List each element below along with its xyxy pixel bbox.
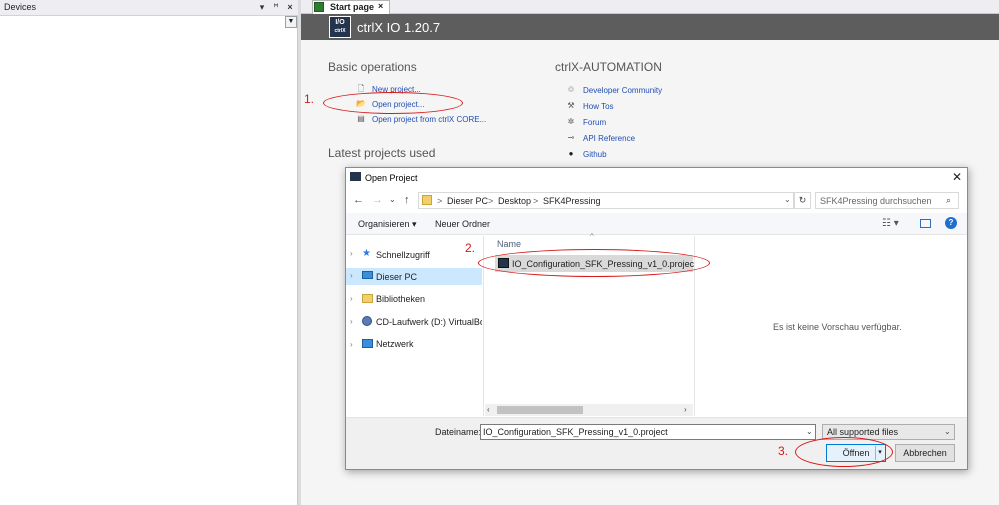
- devices-dropdown-button[interactable]: ▼: [285, 16, 297, 28]
- developer-community-link[interactable]: Developer Community: [583, 86, 662, 95]
- network-icon: [362, 339, 373, 348]
- github-link[interactable]: Github: [583, 150, 607, 159]
- breadcrumb-dieser-pc[interactable]: Dieser PC: [447, 196, 488, 206]
- breadcrumb-separator: >: [533, 196, 539, 206]
- address-dropdown-icon[interactable]: ⌄: [784, 195, 791, 204]
- tab-close-icon[interactable]: ×: [378, 1, 383, 11]
- new-folder-button[interactable]: Neuer Ordner: [435, 219, 490, 229]
- expand-chevron-icon[interactable]: ›: [350, 271, 353, 280]
- column-header-name[interactable]: Name: [497, 239, 521, 249]
- breadcrumb-separator: >: [488, 196, 494, 206]
- search-placeholder: SFK4Pressing durchsuchen: [820, 196, 932, 206]
- devices-panel-title: Devices: [4, 2, 37, 12]
- cancel-button[interactable]: Abbrechen: [895, 444, 955, 462]
- view-options-icon[interactable]: ☷ ▾: [882, 218, 899, 229]
- logo-text-bottom: ctrlX: [334, 28, 346, 34]
- sort-chevron-icon: ^: [590, 232, 594, 241]
- forum-link[interactable]: Forum: [583, 118, 606, 127]
- expand-chevron-icon[interactable]: ›: [350, 294, 353, 303]
- help-icon[interactable]: ?: [945, 217, 957, 229]
- dialog-app-icon: [350, 172, 361, 181]
- filename-input[interactable]: IO_Configuration_SFK_Pressing_v1_0.proje…: [480, 424, 816, 440]
- breadcrumb-sfk4pressing[interactable]: SFK4Pressing: [543, 196, 601, 206]
- nav-item-bibliotheken[interactable]: Bibliotheken: [376, 294, 425, 312]
- folder-icon: [422, 195, 432, 205]
- file-type-filter-value: All supported files: [827, 427, 899, 437]
- expand-chevron-icon[interactable]: ›: [350, 249, 353, 258]
- document-tabstrip: [301, 0, 999, 14]
- latest-projects-heading: Latest projects used: [328, 146, 436, 160]
- refresh-icon[interactable]: ↻: [794, 192, 811, 209]
- scrollbar-thumb[interactable]: [497, 406, 583, 414]
- devices-panel: [0, 0, 298, 505]
- computer-icon: [362, 271, 373, 279]
- device-icon: ▤: [357, 114, 365, 123]
- annotation-ellipse-1: [323, 92, 463, 114]
- nav-item-schnellzugriff[interactable]: Schnellzugriff: [376, 250, 430, 268]
- product-title: ctrlX IO 1.20.7: [357, 20, 441, 35]
- how-tos-link[interactable]: How Tos: [583, 102, 614, 111]
- devices-panel-header: Devices: [0, 0, 298, 16]
- library-icon: [362, 294, 373, 303]
- close-icon[interactable]: ×: [284, 1, 296, 14]
- basic-operations-heading: Basic operations: [328, 60, 417, 74]
- tab-start-page-label: Start page: [330, 2, 375, 12]
- nav-item-dieser-pc[interactable]: Dieser PC: [376, 272, 417, 290]
- logo-text-top: I/O: [335, 19, 345, 26]
- breadcrumb-separator: >: [437, 196, 443, 206]
- annotation-ellipse-3: [795, 437, 893, 467]
- preview-message: Es ist keine Vorschau verfügbar.: [773, 322, 902, 332]
- start-page-icon: [314, 2, 324, 12]
- tools-icon: ⚒: [567, 101, 575, 110]
- scroll-right-icon[interactable]: ›: [684, 405, 687, 414]
- search-icon: ⌕: [946, 195, 952, 205]
- community-icon: ♲: [567, 85, 575, 94]
- ctrlx-io-logo: I/O ctrlX: [329, 16, 351, 38]
- breadcrumb-desktop[interactable]: Desktop: [498, 196, 531, 206]
- recent-locations-chevron-icon[interactable]: ⌄: [389, 195, 396, 204]
- search-input[interactable]: SFK4Pressing durchsuchen: [815, 192, 959, 209]
- annotation-step-2: 2.: [465, 241, 476, 255]
- cd-drive-icon: [362, 316, 372, 326]
- expand-chevron-icon[interactable]: ›: [350, 340, 353, 349]
- dialog-title: Open Project: [365, 173, 418, 183]
- nav-item-cd-laufwerk[interactable]: CD-Laufwerk (D:) VirtualBox G: [376, 317, 482, 335]
- expand-chevron-icon[interactable]: ›: [350, 317, 353, 326]
- filter-dropdown-icon: ⌄: [944, 427, 951, 436]
- api-reference-link[interactable]: API Reference: [583, 134, 635, 143]
- github-icon: ●: [568, 149, 574, 158]
- organize-label: Organisieren: [358, 219, 410, 229]
- dialog-close-icon[interactable]: ✕: [952, 170, 962, 184]
- forum-icon: ✲: [567, 117, 575, 126]
- pin-icon[interactable]: ꟸ: [270, 1, 282, 14]
- back-arrow-icon[interactable]: ←: [353, 194, 364, 206]
- filename-label: Dateiname:: [435, 427, 482, 437]
- scroll-left-icon[interactable]: ‹: [487, 405, 490, 414]
- forward-arrow-icon[interactable]: →: [372, 194, 383, 206]
- up-arrow-icon[interactable]: ↑: [404, 194, 410, 206]
- api-icon: ⊸: [567, 133, 575, 142]
- annotation-step-3: 3.: [778, 444, 789, 458]
- preview-pane-icon[interactable]: [920, 219, 931, 228]
- nav-item-netzwerk[interactable]: Netzwerk: [376, 339, 414, 357]
- organize-button[interactable]: Organisieren ▾: [358, 219, 417, 230]
- annotation-ellipse-2: [478, 249, 710, 277]
- ctrlx-automation-heading: ctrlX-AUTOMATION: [555, 60, 662, 74]
- dropdown-icon[interactable]: ▾: [256, 1, 268, 14]
- open-from-ctrlx-core-link[interactable]: Open project from ctrlX CORE...: [372, 115, 486, 124]
- filename-dropdown-icon[interactable]: ⌄: [806, 427, 813, 436]
- annotation-step-1: 1.: [304, 92, 315, 106]
- star-icon: ★: [362, 248, 371, 259]
